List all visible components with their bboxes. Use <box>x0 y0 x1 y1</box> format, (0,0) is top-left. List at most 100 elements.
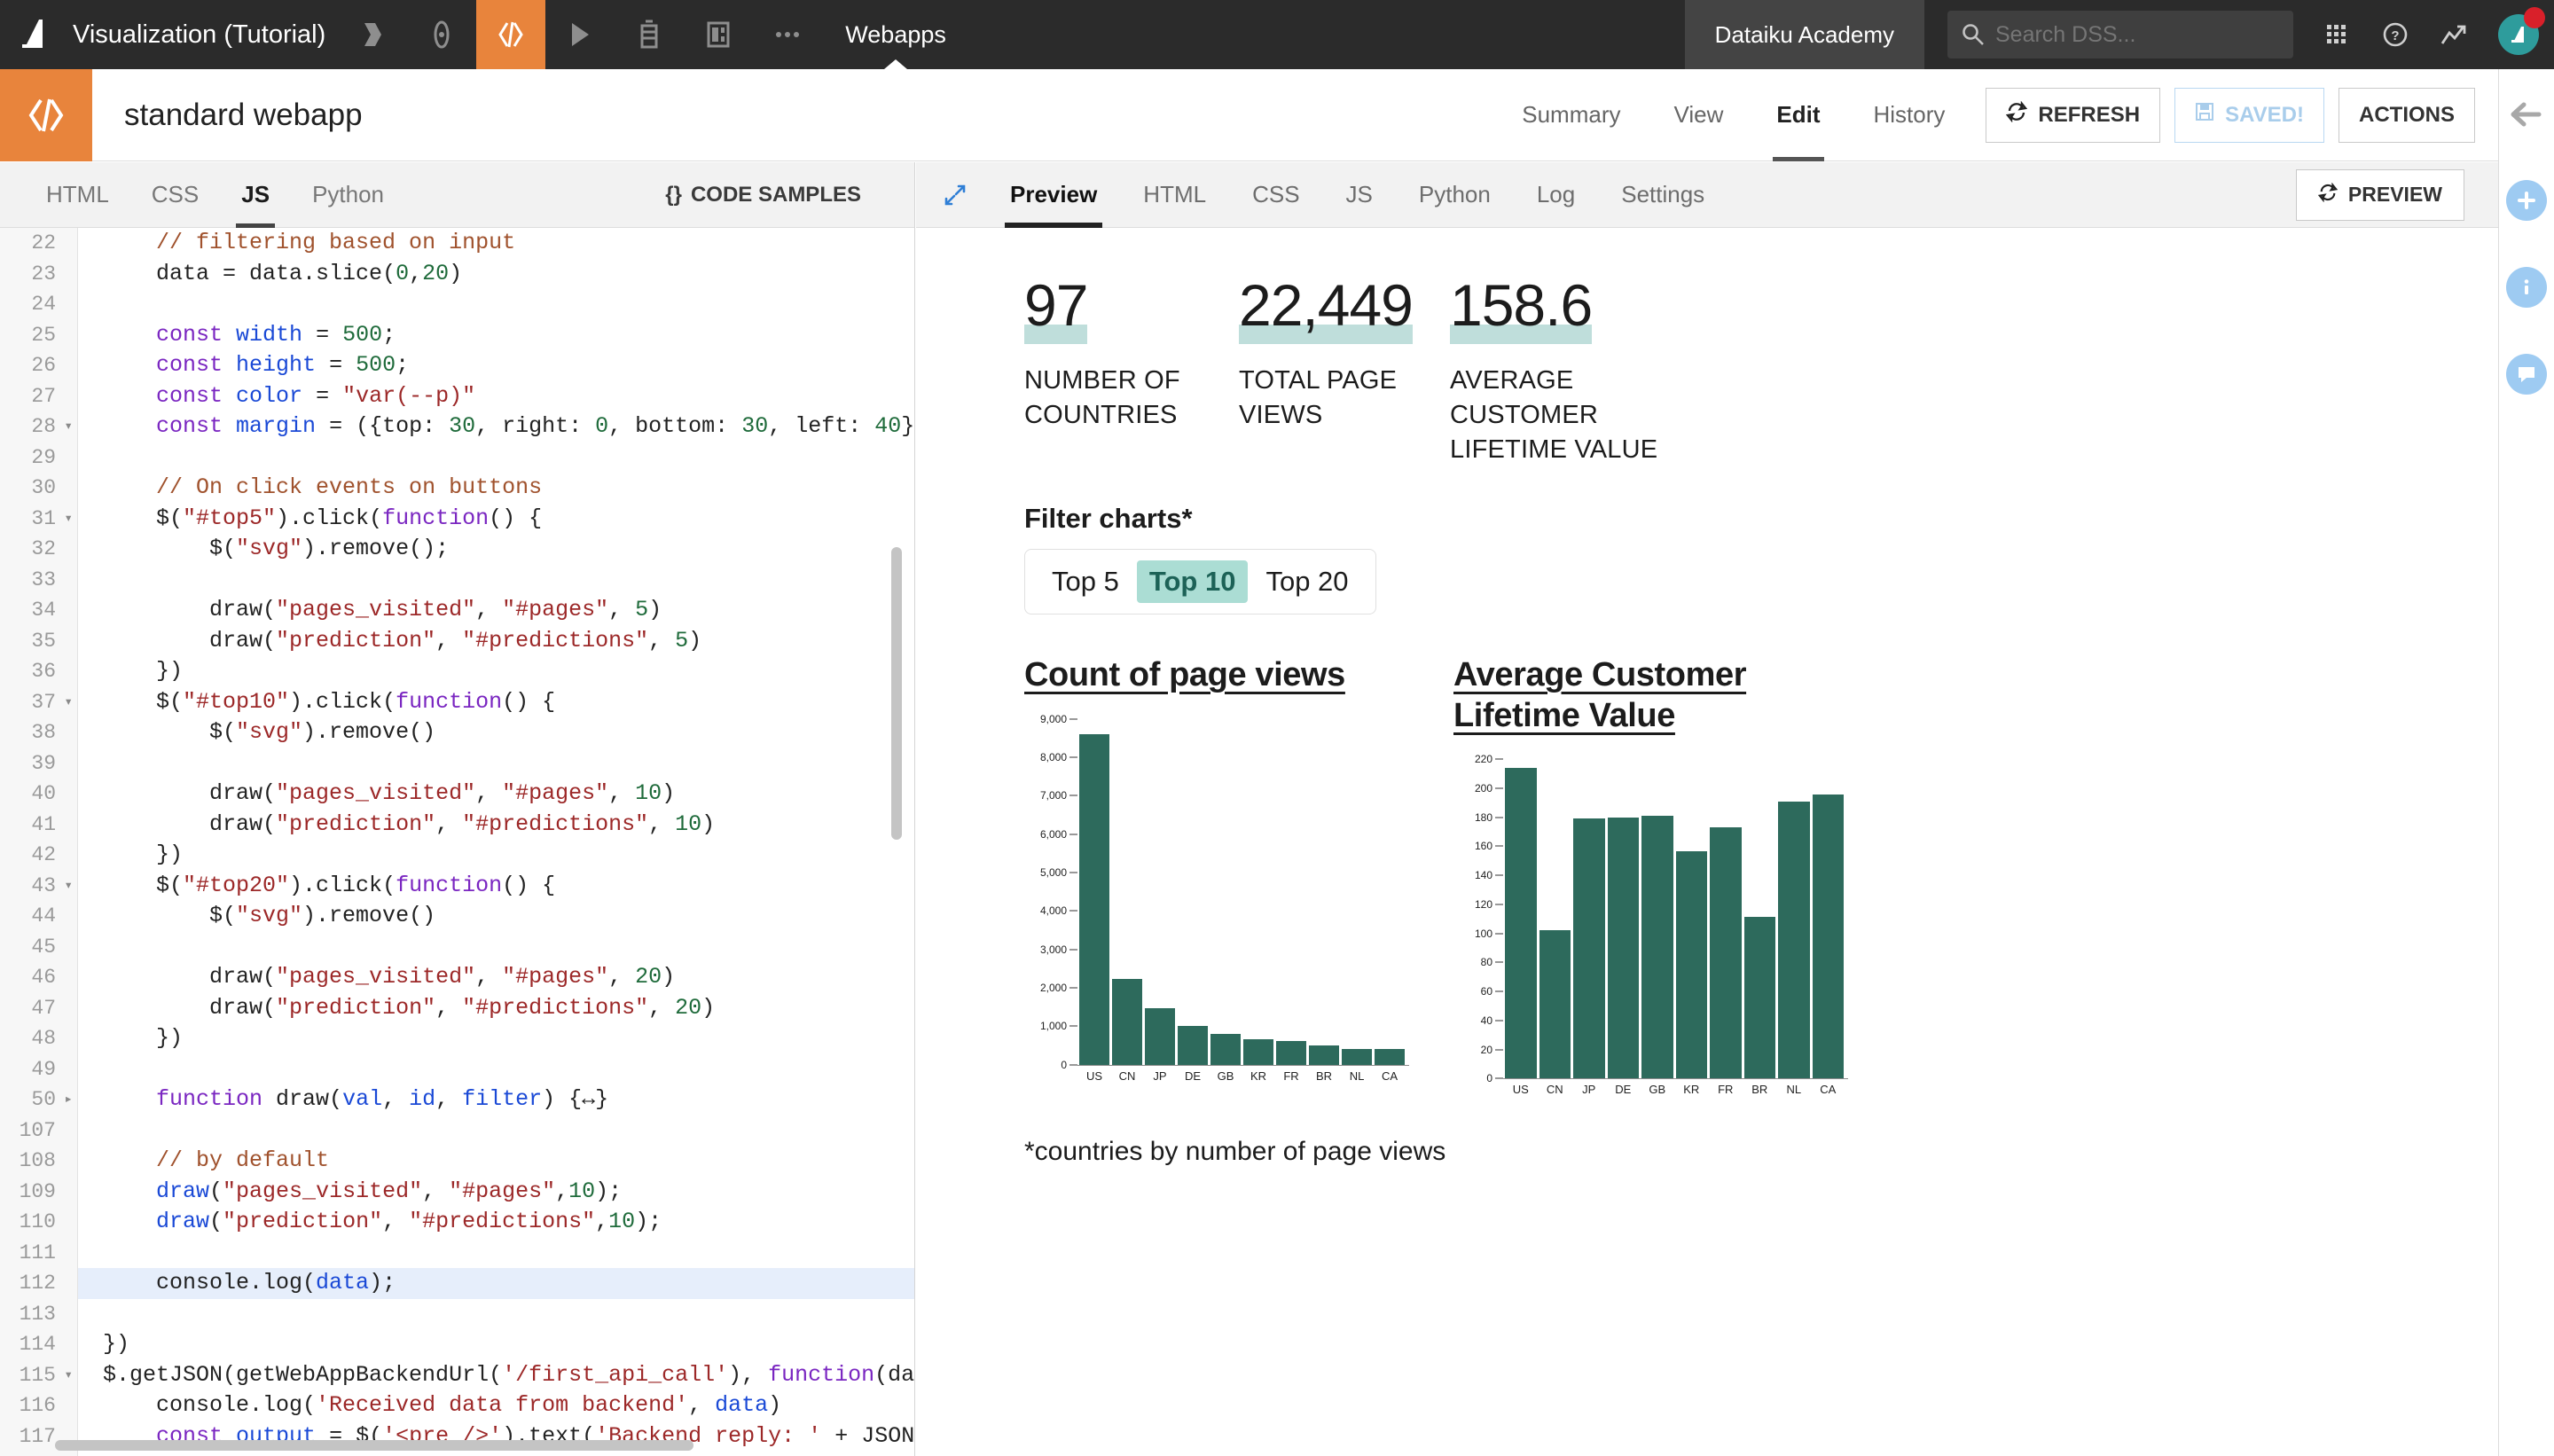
code-line[interactable]: const width = 500; <box>78 320 914 351</box>
fold-open-icon[interactable]: ▾ <box>64 411 73 442</box>
code-line[interactable]: draw("pages_visited", "#pages", 5) <box>78 595 914 626</box>
code-line[interactable]: // by default <box>78 1146 914 1177</box>
code-line[interactable]: data = data.slice(0,20) <box>78 259 914 290</box>
refresh-button[interactable]: REFRESH <box>1986 87 2161 143</box>
dashboards-icon[interactable] <box>684 0 753 69</box>
actions-button[interactable]: ACTIONS <box>2339 87 2475 143</box>
x-axis-tick-label: GB <box>1217 1069 1234 1083</box>
code-line[interactable]: draw("pages_visited", "#pages", 10) <box>78 779 914 810</box>
scenarios-play-icon[interactable] <box>545 0 615 69</box>
code-line[interactable]: draw("prediction", "#predictions", 5) <box>78 626 914 657</box>
code-line[interactable]: }) <box>78 1023 914 1054</box>
code-line[interactable]: console.log('Received data from backend'… <box>78 1390 914 1421</box>
code-line[interactable]: $("#top10").click(function() { <box>78 687 914 718</box>
webapp-preview-content: 97 NUMBER OF COUNTRIES 22,449 TOTAL PAGE… <box>916 228 2498 1167</box>
code-samples-button[interactable]: {} CODE SAMPLES <box>665 183 861 207</box>
add-icon[interactable] <box>2506 180 2547 221</box>
dataiku-logo-icon[interactable] <box>0 0 69 69</box>
code-line[interactable]: draw("prediction", "#predictions", 20) <box>78 993 914 1024</box>
preview-tab-js[interactable]: JS <box>1323 162 1396 228</box>
code-line[interactable]: $("svg").remove() <box>78 901 914 932</box>
code-line[interactable]: }) <box>78 656 914 687</box>
more-icon[interactable] <box>753 0 822 69</box>
search-input[interactable] <box>1995 21 2279 48</box>
code-line[interactable]: $.getJSON(getWebAppBackendUrl('/first_ap… <box>78 1360 914 1391</box>
code-line[interactable] <box>78 932 914 963</box>
code-line[interactable]: }) <box>78 1329 914 1360</box>
filter-top20-button[interactable]: Top 20 <box>1253 560 1360 603</box>
code-line[interactable]: }) <box>78 840 914 871</box>
code-line[interactable]: draw("pages_visited", "#pages", 20) <box>78 962 914 993</box>
editor-tab-html[interactable]: HTML <box>25 162 130 228</box>
preview-tab-settings[interactable]: Settings <box>1598 162 1727 228</box>
bar <box>1309 1045 1339 1065</box>
project-name[interactable]: Visualization (Tutorial) <box>69 0 338 69</box>
tab-summary[interactable]: Summary <box>1495 69 1647 161</box>
code-line[interactable]: draw("prediction", "#predictions",10); <box>78 1207 914 1238</box>
code-area[interactable]: 22 23 24 25 26 27 28 ▾ 29 30 31 ▾ 32 33 34 35 36 37 ▾ 38 39 4… <box>0 228 914 1456</box>
notebooks-icon[interactable] <box>615 0 684 69</box>
code-line[interactable] <box>78 748 914 779</box>
code-line[interactable] <box>78 1238 914 1269</box>
code-line[interactable]: $("svg").remove(); <box>78 534 914 565</box>
code-line[interactable] <box>78 289 914 320</box>
code-line[interactable]: function draw(val, id, filter) {↔} <box>78 1084 914 1115</box>
editor-tab-css[interactable]: CSS <box>130 162 220 228</box>
flow-icon[interactable] <box>338 0 407 69</box>
tab-history[interactable]: History <box>1847 69 1972 161</box>
code-line[interactable]: $("#top20").click(function() { <box>78 871 914 902</box>
editor-tab-js[interactable]: JS <box>220 162 291 228</box>
code-line[interactable] <box>78 442 914 474</box>
expand-icon[interactable] <box>943 183 968 207</box>
comment-icon[interactable] <box>2506 354 2547 395</box>
filter-top10-button[interactable]: Top 10 <box>1136 560 1249 604</box>
code-line[interactable]: $("svg").remove() <box>78 717 914 748</box>
editor-vertical-scrollbar[interactable] <box>891 547 902 840</box>
code-line[interactable]: const margin = ({top: 30, right: 0, bott… <box>78 411 914 442</box>
search-box[interactable] <box>1947 11 2293 59</box>
code-line[interactable]: // On click events on buttons <box>78 473 914 504</box>
code-line[interactable]: $('body').append(output) <box>78 1452 914 1456</box>
preview-tab-html[interactable]: HTML <box>1120 162 1229 228</box>
apps-grid-icon[interactable] <box>2307 0 2366 69</box>
help-icon[interactable]: ? <box>2366 0 2425 69</box>
code-line[interactable] <box>78 1115 914 1147</box>
fold-open-icon[interactable]: ▾ <box>64 871 73 902</box>
info-icon[interactable] <box>2506 267 2547 308</box>
tab-edit[interactable]: Edit <box>1750 69 1846 161</box>
preview-tab-preview[interactable]: Preview <box>987 162 1120 228</box>
code-line[interactable]: console.log(data); <box>78 1268 914 1299</box>
editor-tab-python[interactable]: Python <box>291 162 405 228</box>
code-lines[interactable]: // filtering based on input data = data.… <box>78 228 914 1456</box>
bar <box>1710 827 1742 1079</box>
activity-trend-icon[interactable] <box>2425 0 2483 69</box>
editor-horizontal-scrollbar[interactable] <box>55 1440 693 1451</box>
saved-button[interactable]: SAVED! <box>2174 87 2324 143</box>
preview-refresh-button[interactable]: PREVIEW <box>2295 168 2464 221</box>
code-line[interactable] <box>78 1054 914 1085</box>
avatar[interactable] <box>2483 0 2554 69</box>
academy-link[interactable]: Dataiku Academy <box>1684 0 1924 69</box>
filter-top5-button[interactable]: Top 5 <box>1039 560 1132 603</box>
preview-tab-python[interactable]: Python <box>1396 162 1514 228</box>
code-line[interactable]: $("#top5").click(function() { <box>78 504 914 535</box>
code-line[interactable]: draw("pages_visited", "#pages",10); <box>78 1177 914 1208</box>
code-icon[interactable] <box>476 0 546 69</box>
fold-open-icon[interactable]: ▾ <box>64 687 73 718</box>
lab-icon[interactable] <box>407 0 476 69</box>
preview-tab-log[interactable]: Log <box>1514 162 1598 228</box>
collapse-left-arrow-icon[interactable] <box>2509 99 2544 134</box>
code-line[interactable]: // filtering based on input <box>78 228 914 259</box>
tab-view[interactable]: View <box>1648 69 1751 161</box>
fold-closed-icon[interactable]: ▸ <box>64 1084 73 1115</box>
code-line[interactable]: const height = 500; <box>78 350 914 381</box>
fold-open-icon[interactable]: ▾ <box>64 1360 73 1391</box>
code-line[interactable] <box>78 1299 914 1330</box>
code-line[interactable]: const color = "var(--p)" <box>78 381 914 412</box>
webapps-section-label[interactable]: Webapps <box>822 0 969 69</box>
code-line[interactable] <box>78 565 914 596</box>
fold-open-icon[interactable]: ▾ <box>64 504 73 535</box>
preview-tab-css[interactable]: CSS <box>1229 162 1322 228</box>
line-number: 48 <box>31 1027 56 1050</box>
code-line[interactable]: draw("prediction", "#predictions", 10) <box>78 810 914 841</box>
